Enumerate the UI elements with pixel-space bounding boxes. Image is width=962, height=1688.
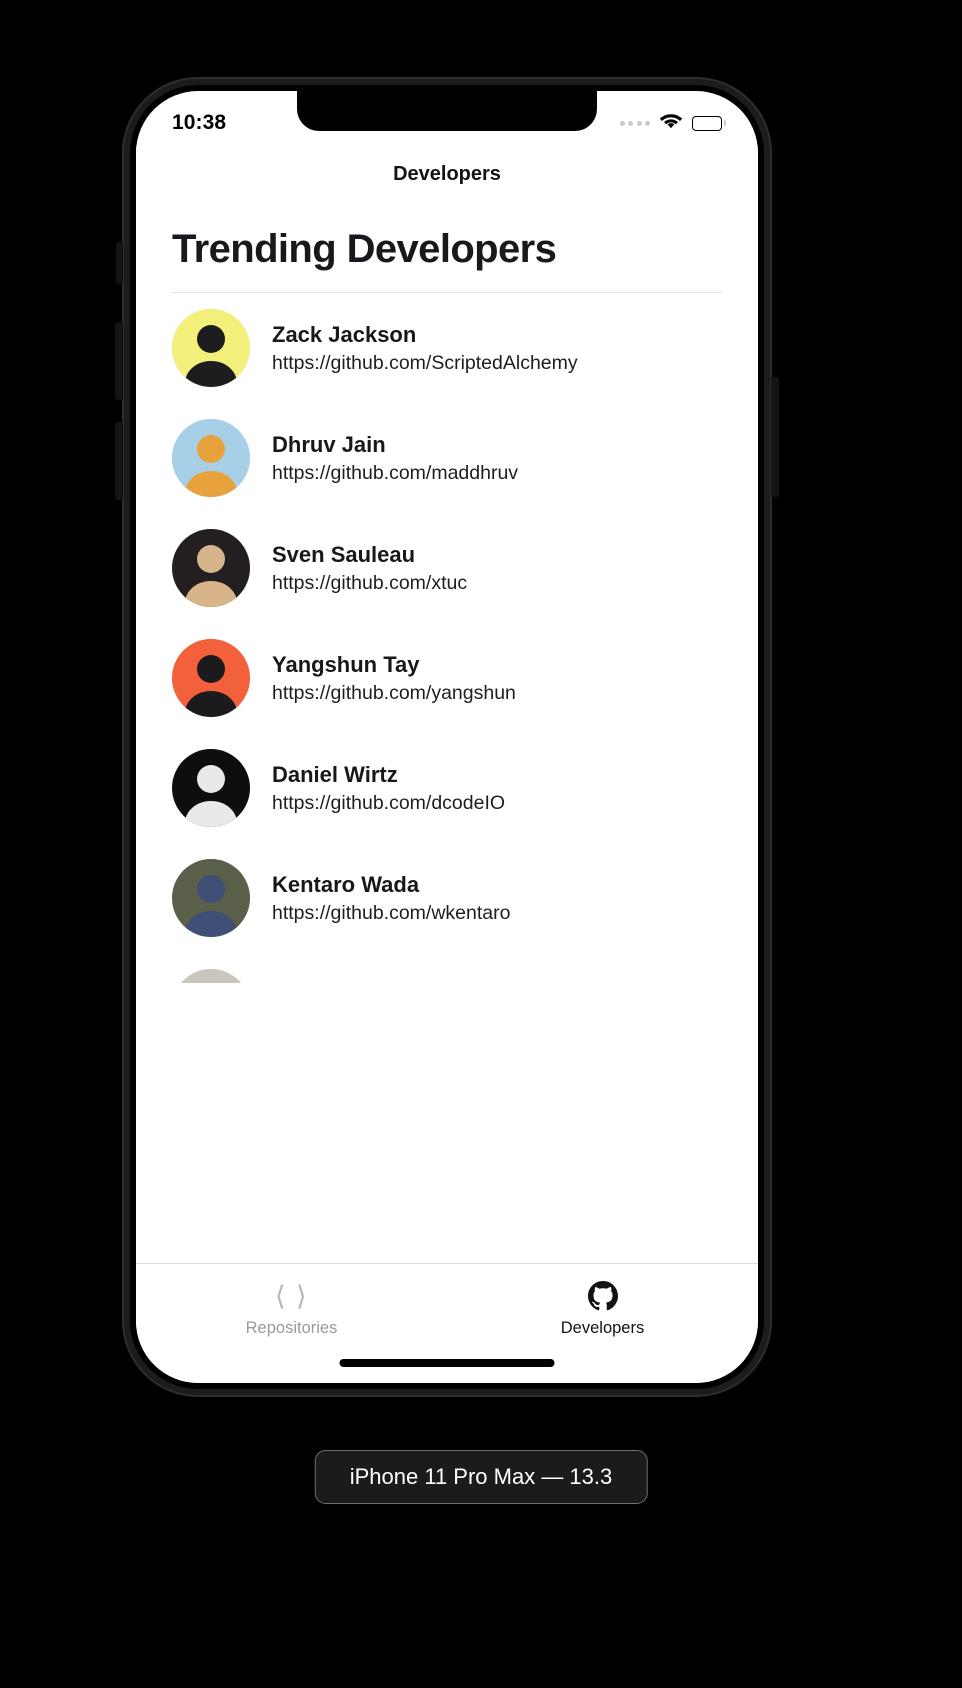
status-bar-time: 10:38: [172, 111, 227, 134]
developer-list[interactable]: Zack Jackson https://github.com/ScriptedA…: [136, 293, 758, 983]
developer-url[interactable]: https://github.com/wkentaro: [272, 900, 510, 926]
wifi-icon: [659, 112, 683, 135]
large-title: Trending Developers: [172, 227, 557, 271]
signal-dots-icon: [619, 120, 650, 126]
nav-bar: Developers: [136, 145, 758, 203]
device-frame: 10:38 Developers Trending Developers Zac…: [115, 77, 779, 1397]
page-title: Developers: [393, 162, 501, 185]
developer-row[interactable]: Kentaro Wada https://github.com/wkentaro: [136, 843, 758, 953]
developer-url[interactable]: https://github.com/yangshun: [272, 680, 516, 706]
github-octocat-icon: [587, 1280, 618, 1312]
developer-meta: Sven Sauleau https://github.com/xtuc: [272, 540, 467, 597]
tab-label: Repositories: [245, 1319, 338, 1337]
status-bar: 10:38: [136, 91, 758, 145]
avatar: [172, 969, 250, 983]
home-indicator[interactable]: [339, 1359, 555, 1367]
power-button[interactable]: [771, 377, 779, 497]
developer-row[interactable]: Anthony Shawhttps://github.com/tonybalon…: [136, 953, 758, 983]
battery-full-icon: [692, 115, 726, 131]
developer-meta: Yangshun Tay https://github.com/yangshun: [272, 650, 516, 707]
developer-row[interactable]: Yangshun Tay https://github.com/yangshun: [136, 623, 758, 733]
volume-up-button[interactable]: [115, 322, 123, 400]
screenshot-stage: 10:38 Developers Trending Developers Zac…: [0, 0, 962, 1688]
device-caption: iPhone 11 Pro Max — 13.3: [314, 1450, 648, 1504]
avatar: [172, 639, 250, 717]
device-screen: 10:38 Developers Trending Developers Zac…: [136, 91, 758, 1383]
developer-url[interactable]: https://github.com/maddhruv: [272, 460, 518, 486]
code-brackets-icon: ⟨ ⟩: [275, 1280, 308, 1312]
tab-label: Developers: [560, 1319, 645, 1337]
avatar: [172, 419, 250, 497]
developer-row[interactable]: Dhruv Jain https://github.com/maddhruv: [136, 403, 758, 513]
avatar: [172, 529, 250, 607]
developer-name: Dhruv Jain: [272, 431, 386, 457]
developers-scroll-view[interactable]: Trending Developers Zack Jackson https://…: [136, 203, 758, 983]
developer-name: Yangshun Tay: [272, 651, 420, 677]
developer-url[interactable]: https://github.com/ScriptedAlchemy: [272, 350, 578, 376]
silent-switch-button[interactable]: [116, 242, 123, 284]
github-octocat-icon: [587, 1281, 618, 1311]
developer-meta: Kentaro Wada https://github.com/wkentaro: [272, 870, 510, 927]
volume-down-button[interactable]: [115, 422, 123, 500]
developer-name: Zack Jackson: [272, 321, 417, 347]
developer-row[interactable]: Daniel Wirtz https://github.com/dcodeIO: [136, 733, 758, 843]
avatar: [172, 859, 250, 937]
avatar: [172, 309, 250, 387]
developer-name: Anthony Shaw: [272, 980, 537, 983]
developer-url[interactable]: https://github.com/xtuc: [272, 570, 467, 596]
developer-name: Sven Sauleau: [272, 541, 416, 567]
developer-row[interactable]: Sven Sauleau https://github.com/xtuc: [136, 513, 758, 623]
developer-row[interactable]: Zack Jackson https://github.com/ScriptedA…: [136, 293, 758, 403]
developer-name: Kentaro Wada: [272, 871, 420, 897]
developer-meta: Daniel Wirtz https://github.com/dcodeIO: [272, 760, 505, 817]
avatar: [172, 749, 250, 827]
developer-url[interactable]: https://github.com/dcodeIO: [272, 790, 505, 816]
developer-meta: Anthony Shawhttps://github.com/tonybalon…: [272, 980, 537, 983]
status-bar-indicators: [619, 112, 726, 135]
developer-meta: Zack Jackson https://github.com/ScriptedA…: [272, 320, 578, 377]
developer-name: Daniel Wirtz: [272, 761, 398, 787]
developer-meta: Dhruv Jain https://github.com/maddhruv: [272, 430, 518, 487]
code-brackets-icon: ⟨ ⟩: [274, 1280, 309, 1311]
